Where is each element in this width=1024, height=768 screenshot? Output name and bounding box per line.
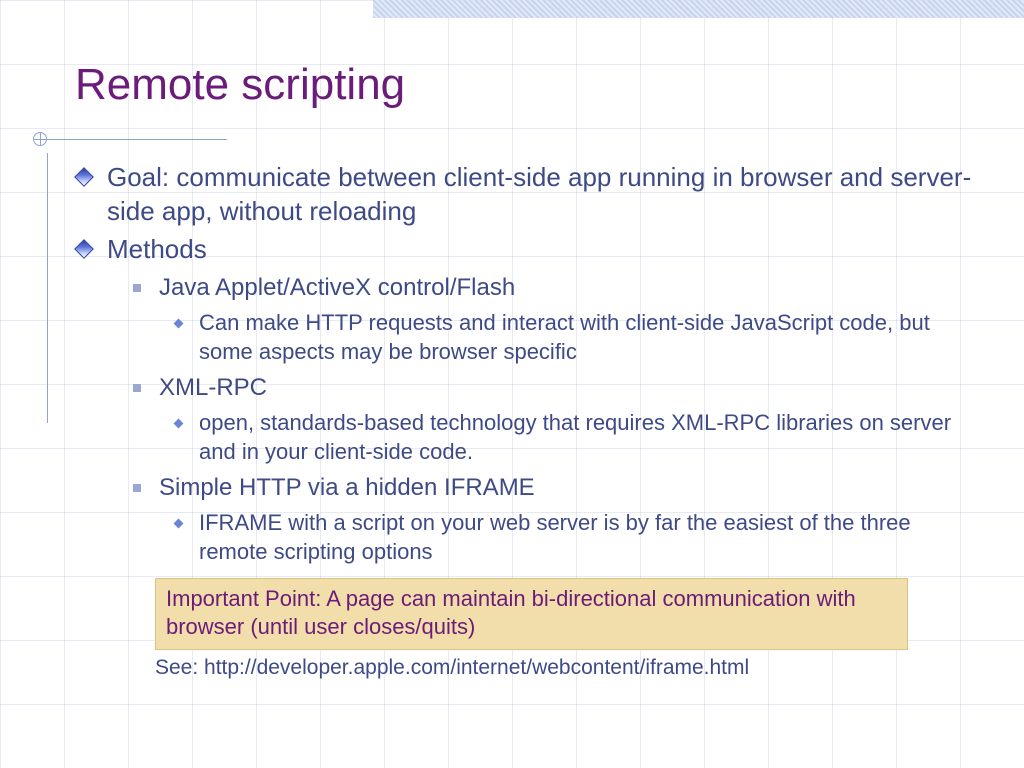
- list-item: Methods Java Applet/ActiveX control/Flas…: [103, 232, 984, 566]
- level3-list: Can make HTTP requests and interact with…: [159, 308, 984, 366]
- list-item: Simple HTTP via a hidden IFRAME IFRAME w…: [159, 472, 984, 566]
- level2-list: Java Applet/ActiveX control/Flash Can ma…: [107, 272, 984, 566]
- see-reference: See: http://developer.apple.com/internet…: [155, 656, 984, 680]
- rule-circle-ornament: [33, 132, 47, 146]
- rule-line: [47, 139, 227, 140]
- list-item: Goal: communicate between client-side ap…: [103, 160, 984, 228]
- list-item: Can make HTTP requests and interact with…: [199, 308, 984, 366]
- level3-list: open, standards-based technology that re…: [159, 408, 984, 466]
- list-item-text: Can make HTTP requests and interact with…: [199, 310, 930, 364]
- list-item: open, standards-based technology that re…: [199, 408, 984, 466]
- small-diamond-bullet-icon: [174, 419, 184, 429]
- list-item: Java Applet/ActiveX control/Flash Can ma…: [159, 272, 984, 366]
- small-diamond-bullet-icon: [174, 319, 184, 329]
- diamond-bullet-icon: [74, 239, 94, 259]
- list-item-text: XML-RPC: [159, 374, 267, 401]
- square-bullet-icon: [133, 284, 141, 292]
- square-bullet-icon: [133, 484, 141, 492]
- list-item: IFRAME with a script on your web server …: [199, 508, 984, 566]
- list-item-text: Goal: communicate between client-side ap…: [107, 162, 971, 226]
- level3-list: IFRAME with a script on your web server …: [159, 508, 984, 566]
- level1-list: Goal: communicate between client-side ap…: [75, 160, 984, 566]
- list-item: XML-RPC open, standards-based technology…: [159, 372, 984, 466]
- important-point-callout: Important Point: A page can maintain bi-…: [155, 578, 908, 650]
- list-item-text: open, standards-based technology that re…: [199, 410, 951, 464]
- slide-title: Remote scripting: [75, 60, 984, 110]
- list-item-text: Simple HTTP via a hidden IFRAME: [159, 474, 535, 501]
- slide-body: Remote scripting Goal: communicate betwe…: [0, 0, 1024, 768]
- list-item-text: Methods: [107, 234, 207, 264]
- diamond-bullet-icon: [74, 167, 94, 187]
- square-bullet-icon: [133, 384, 141, 392]
- list-item-text: Java Applet/ActiveX control/Flash: [159, 274, 515, 301]
- small-diamond-bullet-icon: [174, 519, 184, 529]
- title-underline: [75, 132, 984, 150]
- list-item-text: IFRAME with a script on your web server …: [199, 510, 911, 564]
